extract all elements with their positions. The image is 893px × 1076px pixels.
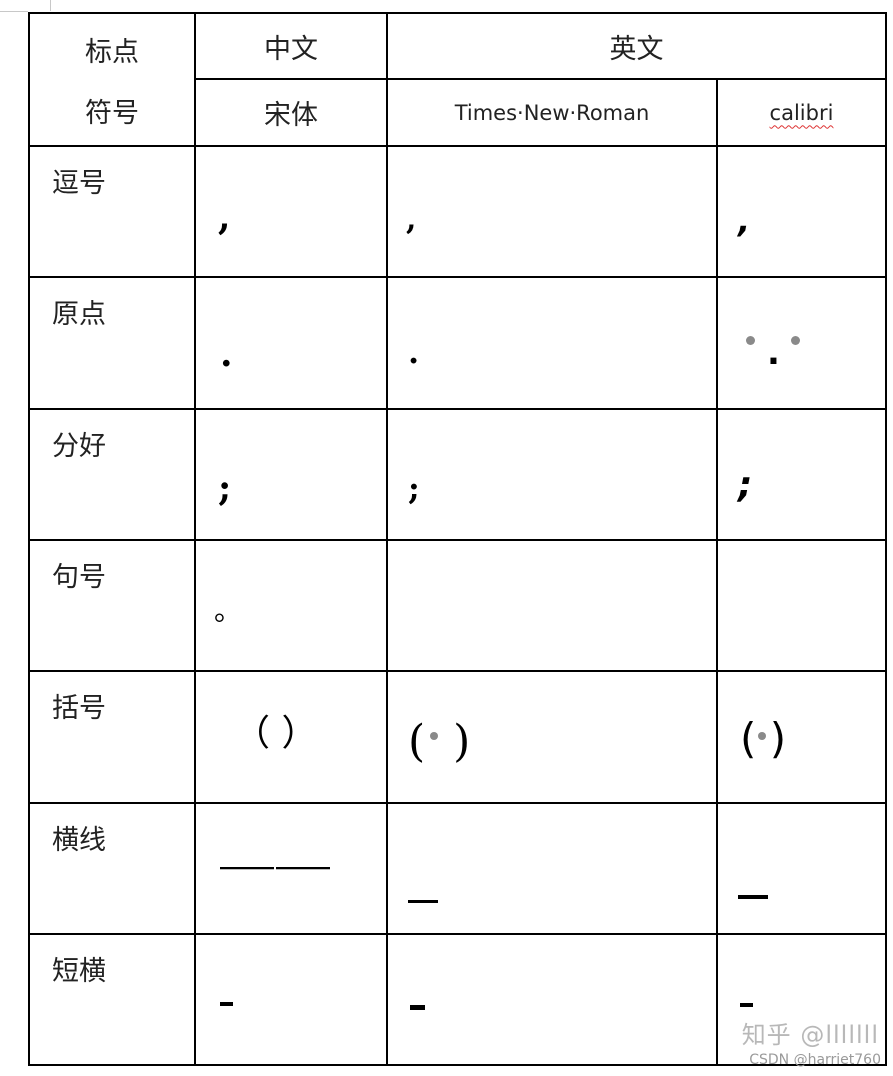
space-marker-dot	[746, 336, 755, 345]
row-label: 横线	[28, 802, 196, 935]
cell-songti: ,	[194, 145, 388, 278]
cell-songti	[194, 802, 388, 935]
cell-calibri	[716, 539, 887, 672]
table-row: 括号 （ ） ( ) ( )	[28, 670, 887, 804]
cell-times: .	[386, 276, 718, 410]
period-symbol: .	[220, 333, 233, 375]
row-label: 短横	[28, 933, 196, 1066]
hyphen-symbol	[740, 1003, 753, 1007]
cell-songti: 。	[194, 539, 388, 672]
zhihu-watermark: 知乎 @lllllll	[741, 1021, 879, 1049]
cell-songti	[194, 933, 388, 1066]
cell-songti: ;	[194, 408, 388, 541]
cell-songti: .	[194, 276, 388, 410]
semicolon-symbol: ;	[738, 465, 753, 506]
em-dash-symbol	[738, 895, 768, 899]
table-row: 原点 . . .	[28, 276, 887, 410]
header-font-calibri: calibri	[716, 78, 887, 147]
row-label: 原点	[28, 276, 196, 410]
space-marker-dot	[758, 732, 766, 740]
cell-calibri: .	[716, 276, 887, 410]
em-dash-symbol	[220, 867, 274, 869]
cell-calibri	[716, 802, 887, 935]
hyphen-symbol	[410, 1005, 425, 1010]
header-punctuation: 标点 符号	[28, 12, 196, 147]
table-row: 分好 ; ; ;	[28, 408, 887, 541]
header-punctuation-line1: 标点	[85, 36, 139, 68]
cell-calibri: ,	[716, 145, 887, 278]
cell-times	[386, 933, 718, 1066]
cell-times: ,	[386, 145, 718, 278]
period-symbol: .	[767, 333, 780, 373]
punctuation-font-table: 标点 符号 中文 英文 宋体 Times·New·Roman calibri 逗…	[28, 12, 887, 1066]
semicolon-symbol: ;	[218, 467, 232, 509]
cell-times	[386, 539, 718, 672]
parentheses-symbol: ( )	[408, 716, 471, 767]
csdn-watermark: CSDN @harriet760	[749, 1052, 881, 1068]
period-symbol: .	[408, 333, 420, 371]
cell-calibri: ;	[716, 408, 887, 541]
header-punctuation-line2: 符号	[85, 97, 139, 129]
parentheses-symbol: （ ）	[234, 713, 318, 754]
cell-songti: （ ）	[194, 670, 388, 804]
space-marker-dot	[430, 732, 438, 740]
comma-symbol: ,	[738, 202, 751, 240]
cell-times: ;	[386, 408, 718, 541]
comma-symbol: ,	[218, 196, 231, 238]
table-row: 逗号 , , ,	[28, 145, 887, 278]
table-row: 句号 。	[28, 539, 887, 672]
em-dash-symbol	[276, 867, 330, 869]
row-label: 句号	[28, 539, 196, 672]
header-english: 英文	[386, 12, 887, 80]
cell-times	[386, 802, 718, 935]
comma-symbol: ,	[406, 202, 417, 237]
row-label: 逗号	[28, 145, 196, 278]
page-corner-mark	[0, 11, 28, 12]
calibri-label: calibri	[769, 100, 834, 125]
space-marker-dot	[791, 336, 800, 345]
semicolon-symbol: ;	[408, 469, 420, 507]
hyphen-symbol	[220, 1002, 233, 1006]
underscore-symbol	[408, 900, 438, 903]
cell-times: ( )	[386, 670, 718, 804]
row-label: 括号	[28, 670, 196, 804]
page-corner-mark	[50, 0, 51, 11]
cell-calibri: ( )	[716, 670, 887, 804]
header-font-songti: 宋体	[194, 78, 388, 147]
header-chinese: 中文	[194, 12, 388, 80]
header-font-times: Times·New·Roman	[386, 78, 718, 147]
table-row: 横线	[28, 802, 887, 935]
fullstop-symbol: 。	[214, 594, 243, 627]
row-label: 分好	[28, 408, 196, 541]
